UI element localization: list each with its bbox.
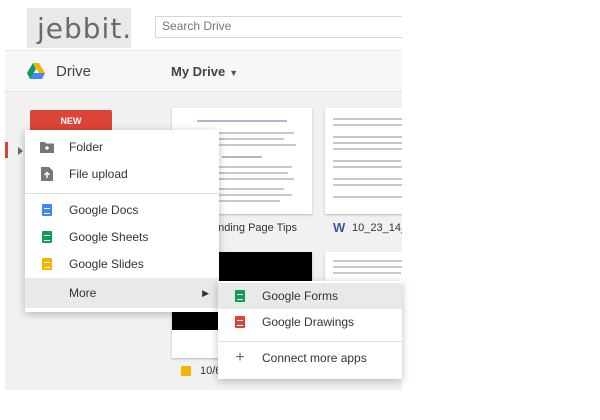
google-drawings-icon <box>232 314 248 330</box>
menu-item-label: File upload <box>69 167 128 181</box>
menu-divider <box>218 341 402 342</box>
new-button[interactable]: NEW <box>30 110 112 132</box>
menu-item-google-slides[interactable]: Google Slides <box>25 251 219 277</box>
more-submenu: Google Forms Google Drawings + Connect m… <box>218 281 402 379</box>
chevron-right-icon: ▶ <box>202 287 209 298</box>
doc-thumbnail[interactable] <box>325 108 402 214</box>
menu-divider <box>25 193 219 194</box>
menu-item-label: Connect more apps <box>262 351 367 365</box>
menu-item-google-drawings[interactable]: Google Drawings <box>218 309 402 335</box>
menu-item-label: Google Sheets <box>69 230 149 244</box>
drive-title: Drive <box>56 63 92 80</box>
plus-icon: + <box>235 349 245 366</box>
menu-item-label: Folder <box>69 140 104 154</box>
menu-item-google-docs[interactable]: Google Docs <box>25 197 219 223</box>
menu-item-label: More <box>69 286 97 300</box>
word-file-icon: W <box>333 220 346 235</box>
menu-item-connect-more-apps[interactable]: + Connect more apps <box>218 345 402 371</box>
drive-logo-icon <box>27 63 45 79</box>
google-forms-icon <box>232 288 248 304</box>
top-bar: jebbit. Search Drive <box>5 0 402 51</box>
menu-item-folder[interactable]: Folder <box>25 134 219 160</box>
menu-item-google-sheets[interactable]: Google Sheets <box>25 224 219 250</box>
search-input[interactable]: Search Drive <box>155 16 402 38</box>
new-menu: Folder File upload Google Docs Google Sh… <box>25 130 219 312</box>
menu-item-more[interactable]: More ▶ <box>25 278 219 308</box>
menu-item-label: Google Drawings <box>262 315 355 329</box>
expand-arrow-icon[interactable] <box>18 147 23 155</box>
drive-subbar: Drive My Drive ▼ <box>5 51 402 92</box>
google-docs-icon <box>39 202 55 218</box>
menu-item-label: Google Docs <box>69 203 139 217</box>
chevron-down-icon: ▼ <box>229 68 239 78</box>
my-drive-label: My Drive <box>171 64 226 79</box>
slides-file-icon <box>181 366 191 376</box>
my-drive-dropdown[interactable]: My Drive ▼ <box>171 64 238 79</box>
menu-item-label: Google Slides <box>69 257 144 271</box>
jebbit-logo[interactable]: jebbit. <box>27 8 131 48</box>
google-sheets-icon <box>39 229 55 245</box>
folder-plus-icon <box>39 139 55 155</box>
sidebar-selection-accent <box>5 142 8 158</box>
menu-item-label: Google Forms <box>262 289 339 303</box>
doc-title[interactable]: 10_23_14_D <box>352 222 402 234</box>
file-upload-icon <box>39 166 55 182</box>
doc-title[interactable]: anding Page Tips <box>212 222 297 234</box>
google-slides-icon <box>39 256 55 272</box>
menu-item-google-forms[interactable]: Google Forms <box>218 283 402 309</box>
menu-item-file-upload[interactable]: File upload <box>25 161 219 187</box>
